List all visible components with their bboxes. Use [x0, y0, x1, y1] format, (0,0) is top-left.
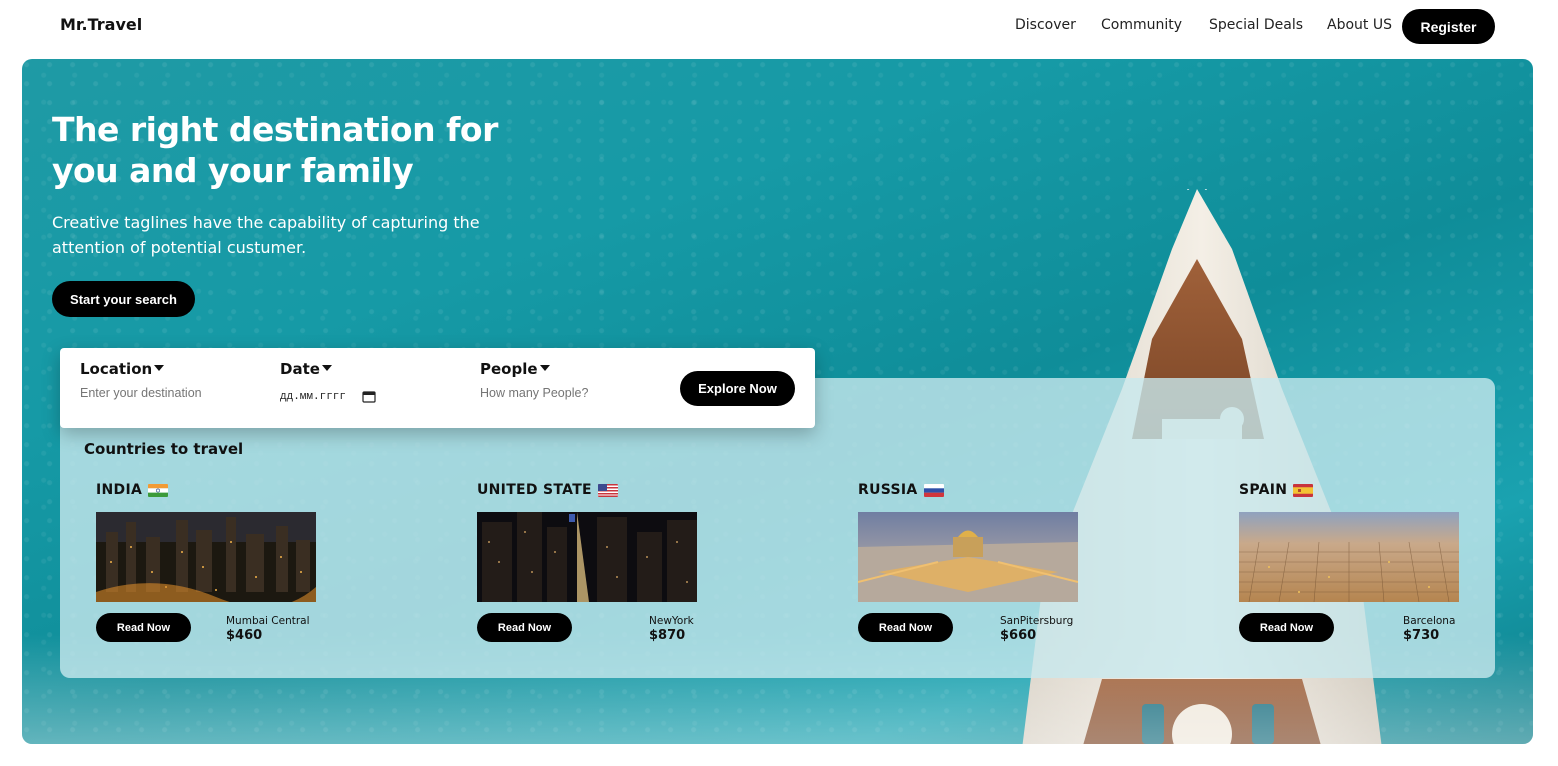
city-name: NewYork: [649, 615, 694, 627]
people-label: People: [480, 360, 538, 378]
read-now-button[interactable]: Read Now: [1239, 613, 1334, 642]
hero-title: The right destination for you and your f…: [52, 110, 498, 190]
location-label: Location: [80, 360, 153, 378]
read-now-button[interactable]: Read Now: [96, 613, 191, 642]
price: $730: [1403, 628, 1440, 643]
country-name: UNITED STATE: [477, 482, 592, 498]
nav-link-about-us[interactable]: About US: [1327, 17, 1392, 33]
united-state-city-image: [477, 512, 697, 602]
country-name: SPAIN: [1239, 482, 1288, 498]
country-card-united-state: UNITED STATE Read Now NewYork $870: [477, 482, 707, 652]
caret-down-icon: [321, 364, 332, 371]
calendar-icon[interactable]: [362, 390, 376, 403]
russia-flag-icon: [923, 483, 944, 497]
location-input[interactable]: [80, 386, 250, 400]
country-card-spain: SPAIN Read Now Barcelona $730: [1239, 482, 1469, 652]
date-input[interactable]: дд.мм.гггг: [280, 390, 390, 403]
russia-city-image: [858, 512, 1078, 602]
country-card-india: INDIA Read Now Mumbai Central $460: [96, 482, 326, 652]
date-placeholder: дд.мм.гггг: [280, 390, 347, 403]
location-dropdown[interactable]: Location: [80, 360, 165, 378]
read-now-button[interactable]: Read Now: [858, 613, 953, 642]
people-dropdown[interactable]: People: [480, 360, 550, 378]
us-flag-icon: [597, 483, 618, 497]
country-name: RUSSIA: [858, 482, 918, 498]
city-name: Barcelona: [1403, 615, 1456, 627]
india-city-image: [96, 512, 316, 602]
explore-now-button[interactable]: Explore Now: [680, 371, 795, 406]
city-name: SanPitersburg: [1000, 615, 1074, 627]
countries-title: Countries to travel: [84, 440, 244, 458]
caret-down-icon: [539, 364, 550, 371]
india-flag-icon: [148, 483, 169, 497]
read-now-button[interactable]: Read Now: [477, 613, 572, 642]
people-input[interactable]: [480, 386, 650, 400]
spain-flag-icon: [1293, 483, 1314, 497]
start-search-button[interactable]: Start your search: [52, 281, 195, 317]
country-card-russia: RUSSIA Read Now SanPitersburg $660: [858, 482, 1088, 652]
price: $870: [649, 628, 686, 643]
country-name: INDIA: [96, 482, 143, 498]
search-box: Location Date дд.мм.гггг People Explore …: [60, 348, 815, 428]
top-navigation: Mr.Travel Discover Community Special Dea…: [0, 0, 1558, 56]
nav-link-special-deals[interactable]: Special Deals: [1209, 17, 1303, 33]
hero-subtitle: Creative taglines have the capability of…: [52, 213, 480, 257]
price: $460: [226, 628, 263, 643]
date-label: Date: [280, 360, 320, 378]
nav-link-discover[interactable]: Discover: [1015, 17, 1076, 33]
register-button[interactable]: Register: [1402, 9, 1495, 44]
city-name: Mumbai Central: [226, 615, 310, 627]
nav-link-community[interactable]: Community: [1101, 17, 1182, 33]
spain-city-image: [1239, 512, 1459, 602]
price: $660: [1000, 628, 1037, 643]
brand-logo[interactable]: Mr.Travel: [60, 15, 142, 34]
date-dropdown[interactable]: Date: [280, 360, 332, 378]
caret-down-icon: [154, 364, 165, 371]
